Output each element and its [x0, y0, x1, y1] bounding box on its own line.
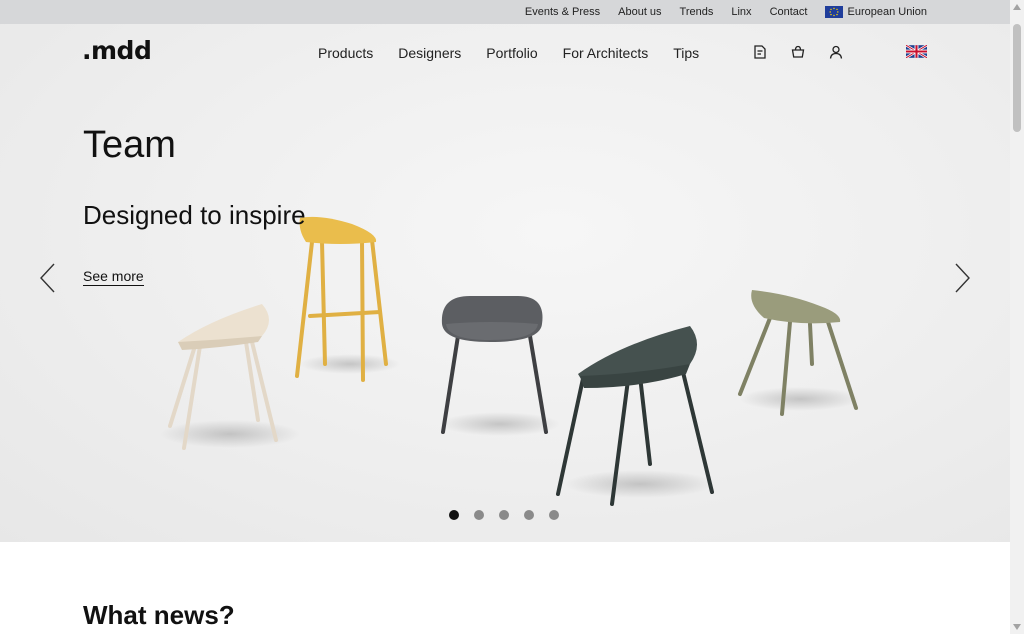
- mdd-logo[interactable]: .mdd: [82, 36, 152, 65]
- notepad-icon[interactable]: [752, 44, 768, 60]
- user-icon[interactable]: [828, 44, 844, 60]
- top-link-linx[interactable]: Linx: [731, 6, 751, 18]
- slider-pagination: [449, 510, 559, 520]
- site-header: .mdd Products Designers Portfolio For Ar…: [0, 24, 1010, 82]
- nav-portfolio[interactable]: Portfolio: [486, 45, 537, 61]
- hero-subtitle: Designed to inspire: [83, 200, 306, 230]
- top-link-about-us[interactable]: About us: [618, 6, 661, 18]
- news-section-title: What news?: [83, 600, 235, 630]
- slider-dot-5[interactable]: [549, 510, 559, 520]
- uk-flag-icon[interactable]: [905, 44, 928, 59]
- eu-flag-icon: [825, 6, 844, 18]
- slider-prev-arrow-icon[interactable]: [38, 262, 58, 294]
- top-links: Events & Press About us Trends Linx Cont…: [525, 0, 927, 24]
- region-label: European Union: [847, 6, 927, 18]
- header-icons: [752, 44, 844, 60]
- hero-chairs-image: [160, 216, 860, 506]
- top-utility-bar: Events & Press About us Trends Linx Cont…: [0, 0, 1010, 24]
- top-link-events-press[interactable]: Events & Press: [525, 6, 600, 18]
- slider-dot-1[interactable]: [449, 510, 459, 520]
- slider-dot-4[interactable]: [524, 510, 534, 520]
- region-selector[interactable]: European Union: [825, 6, 927, 18]
- main-nav: Products Designers Portfolio For Archite…: [318, 45, 699, 61]
- scroll-down-arrow-icon[interactable]: [1010, 620, 1024, 634]
- nav-tips[interactable]: Tips: [673, 45, 699, 61]
- basket-icon[interactable]: [790, 44, 806, 60]
- slider-dot-3[interactable]: [499, 510, 509, 520]
- scrollbar-thumb[interactable]: [1013, 24, 1021, 132]
- nav-designers[interactable]: Designers: [398, 45, 461, 61]
- slider-next-arrow-icon[interactable]: [952, 262, 972, 294]
- hero-slider: .mdd Products Designers Portfolio For Ar…: [0, 24, 1010, 542]
- see-more-link[interactable]: See more: [83, 268, 144, 286]
- top-link-trends[interactable]: Trends: [680, 6, 714, 18]
- nav-for-architects[interactable]: For Architects: [563, 45, 649, 61]
- page-scrollbar[interactable]: [1010, 0, 1024, 634]
- scroll-up-arrow-icon[interactable]: [1010, 0, 1024, 14]
- top-link-contact[interactable]: Contact: [770, 6, 808, 18]
- nav-products[interactable]: Products: [318, 45, 373, 61]
- hero-title: Team: [83, 124, 176, 166]
- slider-dot-2[interactable]: [474, 510, 484, 520]
